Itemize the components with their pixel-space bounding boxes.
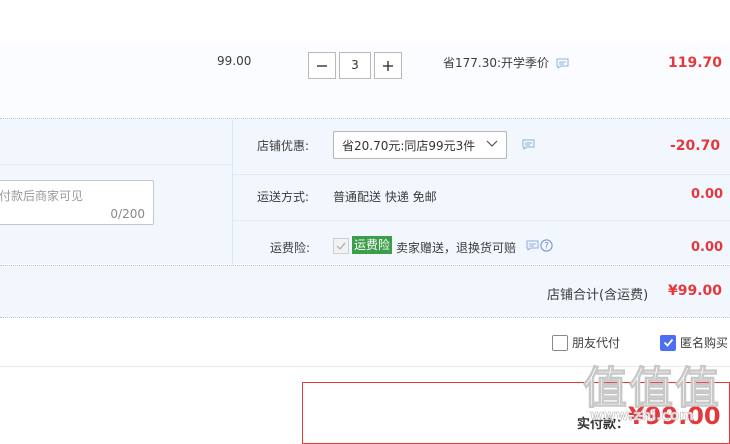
anonymous-label: 匿名购买 [680, 336, 729, 350]
friend-pay-checkbox[interactable] [552, 334, 568, 351]
quantity-input[interactable]: 3 [339, 52, 371, 79]
shop-total-amount: ¥99.00 [668, 283, 723, 299]
chat-icon[interactable] [522, 139, 535, 150]
item-unit-price: 99.00 [217, 54, 252, 68]
seller-message-input[interactable]: 付款后商家可见 0/200 [0, 180, 154, 225]
check-icon [336, 242, 346, 251]
insurance-label: 运费险: [270, 241, 311, 255]
check-icon [663, 338, 673, 347]
decrease-quantity-button[interactable] [308, 52, 336, 79]
friend-pay-label: 朋友代付 [572, 336, 621, 350]
increase-quantity-button[interactable] [374, 52, 402, 79]
minus-icon [317, 64, 327, 67]
quantity-stepper: 3 [308, 52, 402, 79]
insurance-description: 卖家赠送，退换货可赔 [396, 241, 517, 255]
bottom-divider [0, 317, 730, 318]
row-divider [233, 174, 730, 175]
insurance-checkbox[interactable] [333, 238, 349, 254]
discount-label: 店铺优惠: [257, 139, 310, 153]
shop-total-label: 店铺合计(含运费) [547, 288, 649, 303]
discount-selected-value: 省20.70元:同店99元3件 [342, 138, 476, 153]
item-subtotal: 119.70 [668, 55, 723, 71]
insurance-badge: 运费险 [352, 236, 393, 254]
promo-text: 省177.30:开学季价 [443, 54, 569, 71]
discount-select[interactable]: 省20.70元:同店99元3件 [333, 131, 507, 159]
total-divider [0, 265, 730, 266]
row-divider [233, 220, 730, 221]
friend-pay-option[interactable]: 朋友代付 [552, 334, 620, 351]
message-placeholder: 付款后商家可见 [0, 189, 84, 203]
shipping-label: 运送方式: [257, 190, 310, 204]
watermark-logo: 值值值 [583, 363, 721, 415]
message-char-counter: 0/200 [110, 207, 145, 221]
anonymous-option[interactable]: 匿名购买 [660, 334, 728, 351]
chevron-down-icon [486, 140, 498, 147]
shop-vertical-divider [232, 119, 233, 265]
svg-text:?: ? [544, 242, 549, 252]
chat-icon[interactable] [556, 58, 569, 69]
plus-icon [383, 60, 393, 71]
chat-icon[interactable] [526, 240, 539, 251]
shipping-method: 普通配送 快递 免邮 [333, 190, 437, 204]
promo-label: 省177.30:开学季价 [443, 56, 550, 70]
shipping-amount: 0.00 [691, 187, 724, 202]
discount-amount: -20.70 [670, 138, 721, 154]
insurance-amount: 0.00 [691, 240, 724, 255]
help-icon[interactable]: ? [540, 239, 553, 252]
left-row-divider [0, 164, 232, 165]
anonymous-checkbox[interactable] [660, 334, 676, 351]
watermark-url: www.zhi.com [590, 408, 695, 425]
